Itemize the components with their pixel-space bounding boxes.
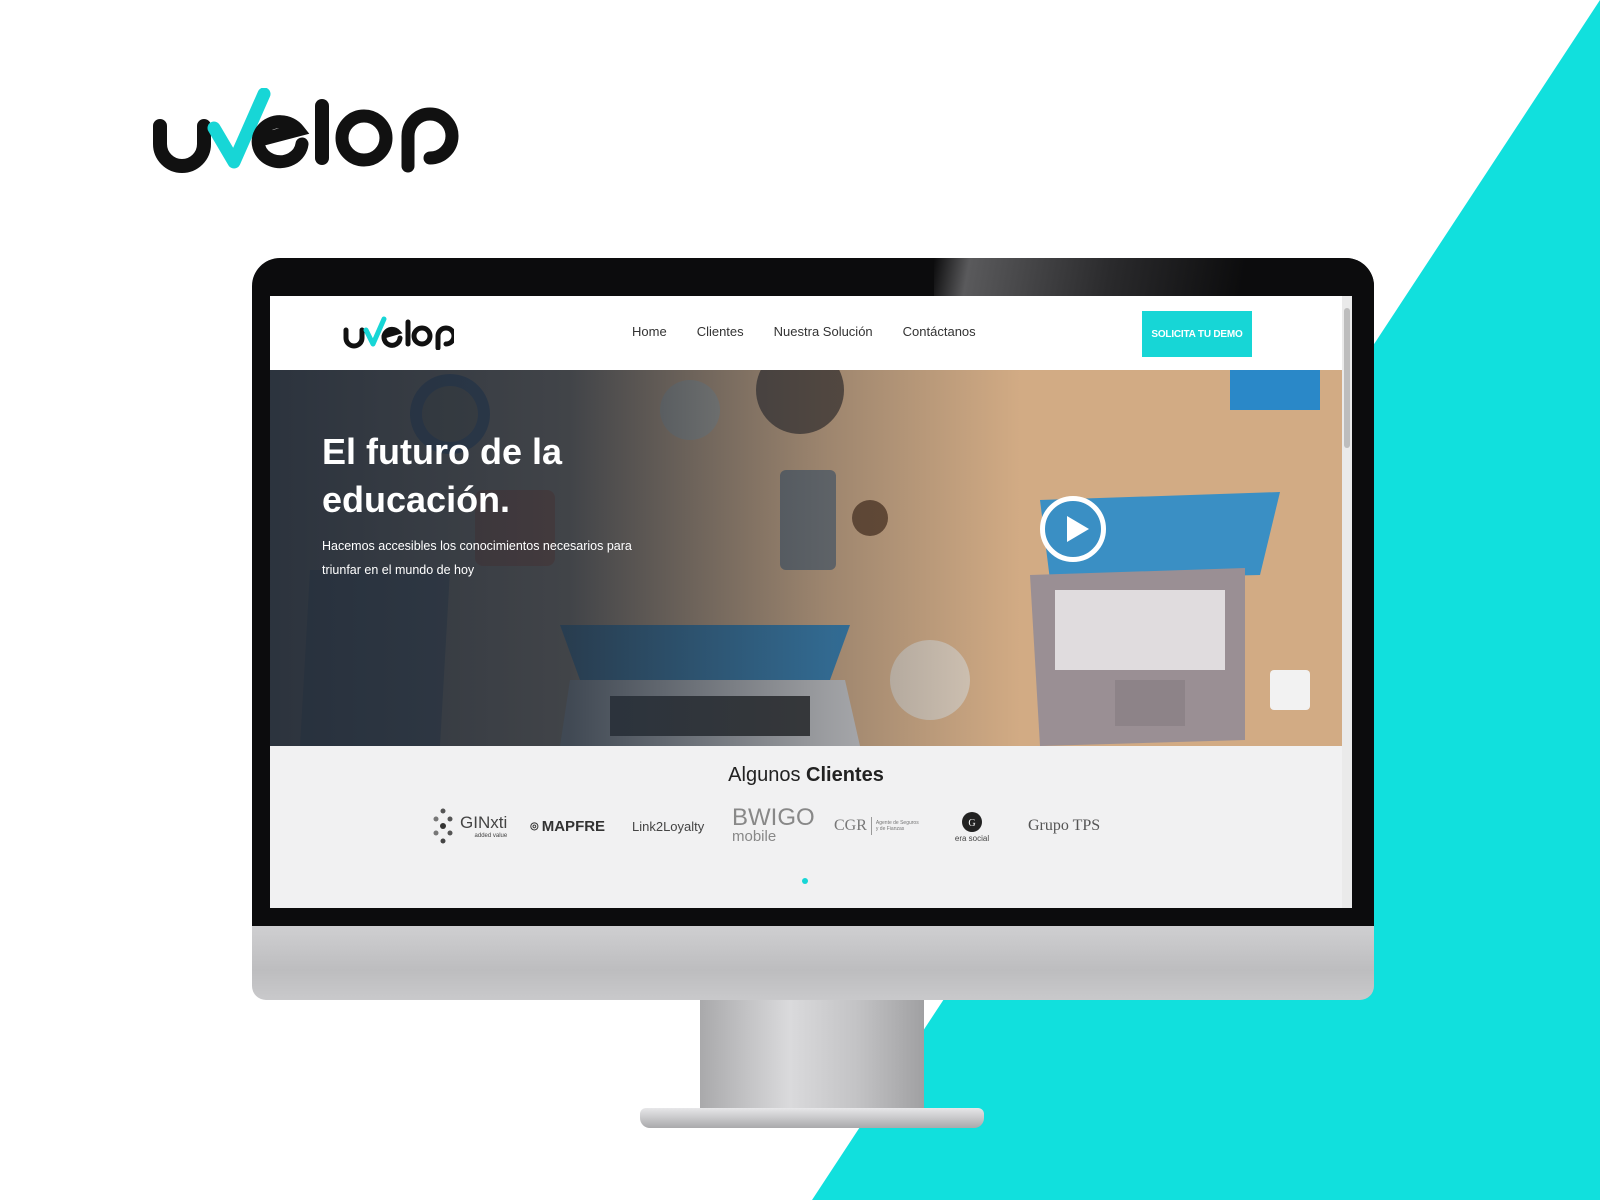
client-logo-grupotps: Grupo TPS (1028, 817, 1101, 834)
scrollbar-thumb[interactable] (1344, 308, 1350, 448)
svg-text:G: G (968, 818, 975, 829)
brand-logo (152, 88, 482, 178)
website-screen: Home Clientes Nuestra Solución Contáctan… (270, 296, 1352, 908)
hero-title: El futuro de la educación. (322, 431, 563, 520)
erasocial-icon: G (962, 811, 982, 832)
scrollbar[interactable] (1342, 296, 1352, 908)
clients-title: Algunos Clientes (728, 764, 884, 786)
play-icon[interactable] (1040, 496, 1106, 562)
nav-link-home[interactable]: Home (632, 324, 667, 339)
hero-section: El futuro de la educación. Hacemos acces… (270, 370, 1342, 746)
uvelop-logo-graphic (153, 88, 459, 173)
site-logo-graphic (343, 316, 454, 350)
nav-link-contactanos[interactable]: Contáctanos (903, 324, 976, 339)
monitor-stand (700, 1000, 924, 1112)
carousel-dot[interactable] (802, 878, 808, 884)
client-logo-bwigo: BWIGO mobile (732, 804, 815, 845)
client-logo-link2loyalty: Link2Loyalty (632, 818, 705, 834)
client-logos: GINxti added value ◎ MAPFRE Link2Loyalty… (430, 798, 1150, 854)
nav-link-nuestra-solucion[interactable]: Nuestra Solución (774, 324, 873, 339)
request-demo-button[interactable]: SOLICITA TU DEMO (1142, 311, 1252, 357)
site-logo[interactable] (342, 316, 454, 350)
monitor-chin (252, 926, 1374, 1000)
client-logo-ginxti: GINxti added value (430, 798, 518, 854)
hero-subtitle: Hacemos accesibles los conocimientos nec… (322, 539, 632, 577)
site-navbar: Home Clientes Nuestra Solución Contáctan… (270, 296, 1342, 370)
monitor-foot (640, 1108, 984, 1128)
ginxti-dots-icon (433, 808, 453, 844)
client-logo-cgr: CGR Agente de Seguros y de Fianzas (834, 817, 919, 835)
client-logo-erasocial: G era social (952, 798, 992, 854)
nav-link-clientes[interactable]: Clientes (697, 324, 744, 339)
monitor-glare (934, 258, 1374, 298)
nav-links: Home Clientes Nuestra Solución Contáctan… (632, 324, 976, 339)
client-logo-mapfre: ◎ MAPFRE (530, 817, 606, 835)
